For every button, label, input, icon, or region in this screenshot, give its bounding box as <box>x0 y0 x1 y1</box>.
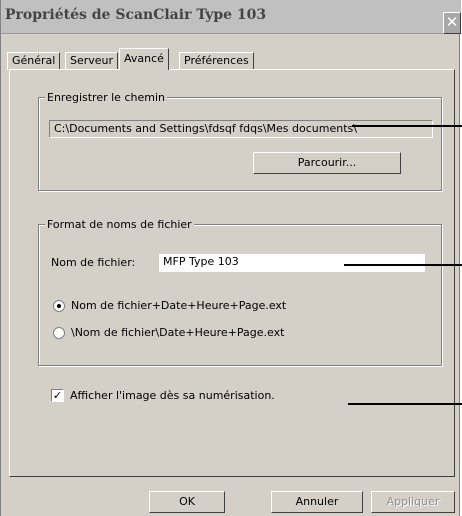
file-name-input[interactable]: MFP Type 103 <box>159 254 425 272</box>
radio-name-folder-date-time-page[interactable] <box>53 327 65 339</box>
save-path-group-label: Enregistrer le chemin <box>45 91 167 104</box>
title-bar[interactable]: Propriétés de ScanClair Type 103 ✕ <box>1 0 461 34</box>
dialog-title: Propriétés de ScanClair Type 103 <box>5 7 267 23</box>
tab-preferences[interactable]: Préférences <box>179 52 254 70</box>
callout-line-path <box>352 125 462 127</box>
ok-button-label: OK <box>179 495 195 508</box>
tab-advanced[interactable]: Avancé <box>119 48 169 70</box>
callout-line-show-image <box>348 403 462 405</box>
save-path-group: Enregistrer le chemin C:\Documents and S… <box>38 91 442 191</box>
show-image-label[interactable]: Afficher l'image dès sa numérisation. <box>70 389 275 402</box>
file-name-format-group-label: Format de noms de fichier <box>45 218 194 231</box>
cancel-button-label: Annuler <box>295 495 339 508</box>
tab-general[interactable]: Général <box>7 52 61 70</box>
ok-button[interactable]: OK <box>149 491 225 513</box>
save-path-display: C:\Documents and Settings\fdsqf fdqs\Mes… <box>49 120 433 138</box>
close-icon: ✕ <box>445 13 459 31</box>
browse-button[interactable]: Parcourir... <box>253 152 401 174</box>
file-name-label: Nom de fichier: <box>51 256 136 269</box>
show-image-checkbox[interactable]: ✓ <box>51 389 64 402</box>
close-button[interactable]: ✕ <box>443 12 461 34</box>
callout-line-file-name <box>344 264 462 266</box>
checkmark-icon: ✓ <box>52 389 63 402</box>
radio-option1-label[interactable]: Nom de fichier+Date+Heure+Page.ext <box>71 299 286 312</box>
apply-button-label: Appliquer <box>386 495 440 508</box>
file-name-format-group: Format de noms de fichier Nom de fichier… <box>38 218 442 366</box>
radio-option2-label[interactable]: \Nom de fichier\Date+Heure+Page.ext <box>71 326 284 339</box>
radio-name-date-time-page[interactable] <box>53 300 65 312</box>
advanced-tab-panel: Enregistrer le chemin C:\Documents and S… <box>9 69 455 477</box>
properties-dialog: Propriétés de ScanClair Type 103 ✕ Génér… <box>0 0 461 516</box>
apply-button[interactable]: Appliquer <box>371 491 455 513</box>
browse-button-label: Parcourir... <box>297 156 357 169</box>
cancel-button[interactable]: Annuler <box>271 491 363 513</box>
tab-server[interactable]: Serveur <box>65 52 119 70</box>
